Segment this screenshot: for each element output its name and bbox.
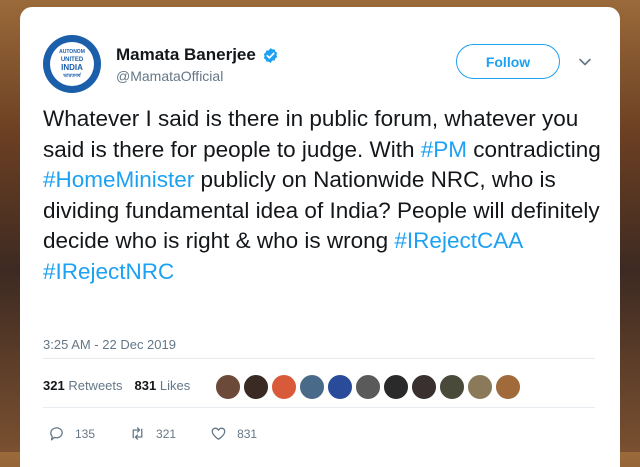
- liker-avatar[interactable]: [383, 374, 409, 400]
- liker-avatar[interactable]: [327, 374, 353, 400]
- retweets-count: 321: [43, 378, 65, 393]
- user-name[interactable]: Mamata Banerjee: [116, 45, 256, 65]
- engagement-stats: 321 Retweets 831 Likes: [43, 378, 190, 393]
- avatar-text-bottom: ভারতবর্ষ: [63, 73, 81, 79]
- verified-badge-icon: [263, 47, 278, 63]
- liker-avatars: [215, 374, 521, 400]
- reply-icon: [50, 427, 63, 441]
- liker-avatar[interactable]: [299, 374, 325, 400]
- likes-stat[interactable]: 831 Likes: [135, 378, 191, 393]
- hashtag-link[interactable]: #IRejectCAA: [394, 228, 522, 253]
- liker-avatar[interactable]: [215, 374, 241, 400]
- heart-icon: [211, 427, 226, 440]
- liker-avatar[interactable]: [355, 374, 381, 400]
- liker-avatar[interactable]: [495, 374, 521, 400]
- tweet-card: AUTONOM UNITED INDIA ভারতবর্ষ Mamata Ban…: [20, 7, 620, 467]
- user-name-row[interactable]: Mamata Banerjee: [116, 45, 279, 65]
- follow-button[interactable]: Follow: [456, 44, 560, 79]
- avatar-logo: AUTONOM UNITED INDIA ভারতবর্ষ: [50, 42, 94, 86]
- liker-avatar[interactable]: [243, 374, 269, 400]
- retweets-stat[interactable]: 321 Retweets: [43, 378, 123, 393]
- like-button[interactable]: 831: [210, 425, 257, 442]
- hashtag-link[interactable]: #PM: [421, 137, 467, 162]
- liker-avatar[interactable]: [411, 374, 437, 400]
- avatar-text-top: AUTONOM: [59, 49, 85, 55]
- reply-button[interactable]: 135: [48, 425, 95, 442]
- liker-avatar[interactable]: [439, 374, 465, 400]
- chevron-down-icon[interactable]: [578, 55, 592, 69]
- tweet-timestamp[interactable]: 3:25 AM - 22 Dec 2019: [43, 337, 176, 352]
- tweet-text: Whatever I said is there in public forum…: [43, 104, 603, 287]
- avatar-text-main: INDIA: [61, 63, 83, 72]
- hashtag-link[interactable]: #HomeMinister: [43, 167, 194, 192]
- divider: [43, 358, 595, 359]
- retweet-button[interactable]: 321: [129, 425, 176, 442]
- tweet-text-part: contradicting: [466, 136, 601, 162]
- tweet-actions: 135 321 831: [48, 425, 291, 442]
- liker-avatar[interactable]: [467, 374, 493, 400]
- liker-avatar[interactable]: [271, 374, 297, 400]
- user-handle[interactable]: @MamataOfficial: [116, 68, 223, 84]
- like-count: 831: [237, 426, 258, 441]
- retweet-icon: [132, 427, 143, 440]
- retweet-count: 321: [156, 426, 177, 441]
- likes-label: Likes: [159, 378, 191, 393]
- avatar[interactable]: AUTONOM UNITED INDIA ভারতবর্ষ: [43, 35, 101, 93]
- reply-count: 135: [75, 426, 96, 441]
- retweets-label: Retweets: [68, 378, 123, 393]
- hashtag-link[interactable]: #IRejectNRC: [43, 259, 174, 284]
- likes-count: 831: [134, 378, 157, 393]
- divider: [43, 407, 595, 408]
